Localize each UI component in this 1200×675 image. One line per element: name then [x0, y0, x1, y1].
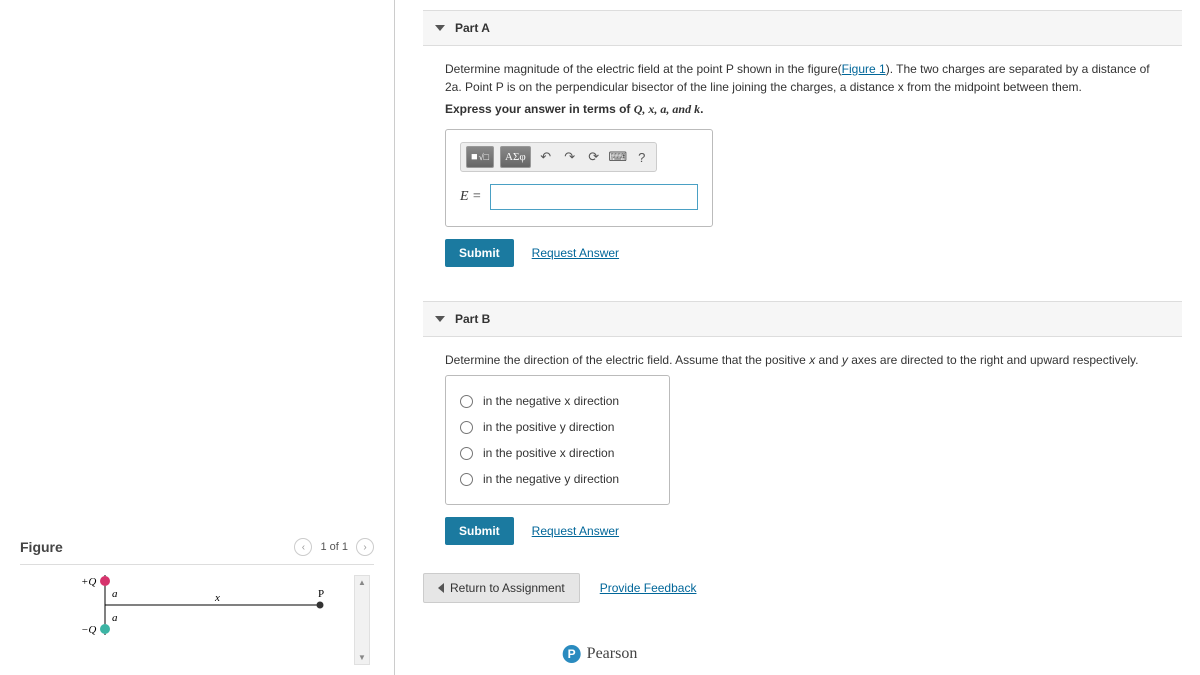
figure-header: Figure ‹ 1 of 1 › — [20, 532, 374, 565]
reset-icon[interactable]: ⟳ — [585, 148, 603, 166]
figure-block: Figure ‹ 1 of 1 › +Q −Q a a — [20, 532, 374, 665]
answer-toolbar: ■√□ ΑΣφ ↶ ↷ ⟳ ⌨ ? — [460, 142, 657, 172]
mc-radio-1[interactable] — [460, 421, 473, 434]
caret-down-icon — [435, 25, 445, 31]
left-pane: Figure ‹ 1 of 1 › +Q −Q a a — [0, 0, 395, 675]
right-pane: Part A Determine magnitude of the electr… — [395, 0, 1200, 675]
caret-left-icon — [438, 583, 444, 593]
figure-canvas: +Q −Q a a x P ▲ ▼ — [20, 575, 374, 665]
label-P: P — [318, 588, 324, 600]
provide-feedback[interactable]: Provide Feedback — [600, 581, 697, 595]
template-button[interactable]: ■√□ — [466, 146, 494, 168]
figure-scrollbar[interactable]: ▲ ▼ — [354, 575, 370, 665]
brand-text: Pearson — [587, 645, 638, 663]
symbols-button[interactable]: ΑΣφ — [500, 146, 531, 168]
part-a-express: Express your answer in terms of Q, x, a,… — [445, 102, 1160, 117]
mc-option-1[interactable]: in the positive y direction — [460, 414, 655, 440]
mc-option-2[interactable]: in the positive x direction — [460, 440, 655, 466]
mc-option-3[interactable]: in the negative y direction — [460, 466, 655, 492]
mc-radio-3[interactable] — [460, 473, 473, 486]
brand-icon: P — [563, 645, 581, 663]
part-b-header[interactable]: Part B — [423, 301, 1182, 337]
pager-text: 1 of 1 — [320, 541, 348, 553]
request-answer-a[interactable]: Request Answer — [532, 246, 619, 260]
mc-radio-2[interactable] — [460, 447, 473, 460]
eq-label: E = — [460, 189, 482, 205]
submit-button-a[interactable]: Submit — [445, 239, 514, 267]
brand-footer: P Pearson — [563, 645, 638, 663]
mc-radio-0[interactable] — [460, 395, 473, 408]
label-minusQ: −Q — [81, 624, 96, 636]
help-icon[interactable]: ? — [633, 148, 651, 166]
figure-title: Figure — [20, 539, 63, 555]
keyboard-icon[interactable]: ⌨ — [609, 148, 627, 166]
part-a-title: Part A — [455, 21, 490, 35]
submit-button-b[interactable]: Submit — [445, 517, 514, 545]
part-b-prompt: Determine the direction of the electric … — [445, 351, 1160, 369]
part-b-title: Part B — [455, 312, 490, 326]
scroll-up-icon: ▲ — [358, 578, 366, 587]
label-plusQ: +Q — [81, 576, 96, 588]
bottom-row: Return to Assignment Provide Feedback — [423, 573, 1182, 603]
pager-next[interactable]: › — [356, 538, 374, 556]
part-b-actions: Submit Request Answer — [445, 517, 1160, 545]
part-a-body: Determine magnitude of the electric fiel… — [423, 60, 1182, 285]
mc-option-0[interactable]: in the negative x direction — [460, 388, 655, 414]
label-a-bottom: a — [112, 612, 118, 624]
label-x: x — [214, 592, 220, 604]
redo-icon[interactable]: ↷ — [561, 148, 579, 166]
figure-link[interactable]: Figure 1 — [842, 62, 886, 76]
figure-svg: +Q −Q a a x P — [75, 575, 355, 651]
answer-input-a[interactable] — [490, 184, 699, 210]
part-a-actions: Submit Request Answer — [445, 239, 1160, 267]
answer-card-a: ■√□ ΑΣφ ↶ ↷ ⟳ ⌨ ? E = — [445, 129, 713, 227]
mc-card: in the negative x direction in the posit… — [445, 375, 670, 505]
pager-prev[interactable]: ‹ — [294, 538, 312, 556]
scroll-down-icon: ▼ — [358, 653, 366, 662]
request-answer-b[interactable]: Request Answer — [532, 524, 619, 538]
caret-down-icon — [435, 316, 445, 322]
figure-pager: ‹ 1 of 1 › — [294, 538, 374, 556]
part-a-header[interactable]: Part A — [423, 10, 1182, 46]
label-a-top: a — [112, 588, 118, 600]
part-b-body: Determine the direction of the electric … — [423, 351, 1182, 563]
undo-icon[interactable]: ↶ — [537, 148, 555, 166]
return-button[interactable]: Return to Assignment — [423, 573, 580, 603]
part-a-prompt: Determine magnitude of the electric fiel… — [445, 60, 1160, 96]
equation-row: E = — [460, 184, 698, 210]
